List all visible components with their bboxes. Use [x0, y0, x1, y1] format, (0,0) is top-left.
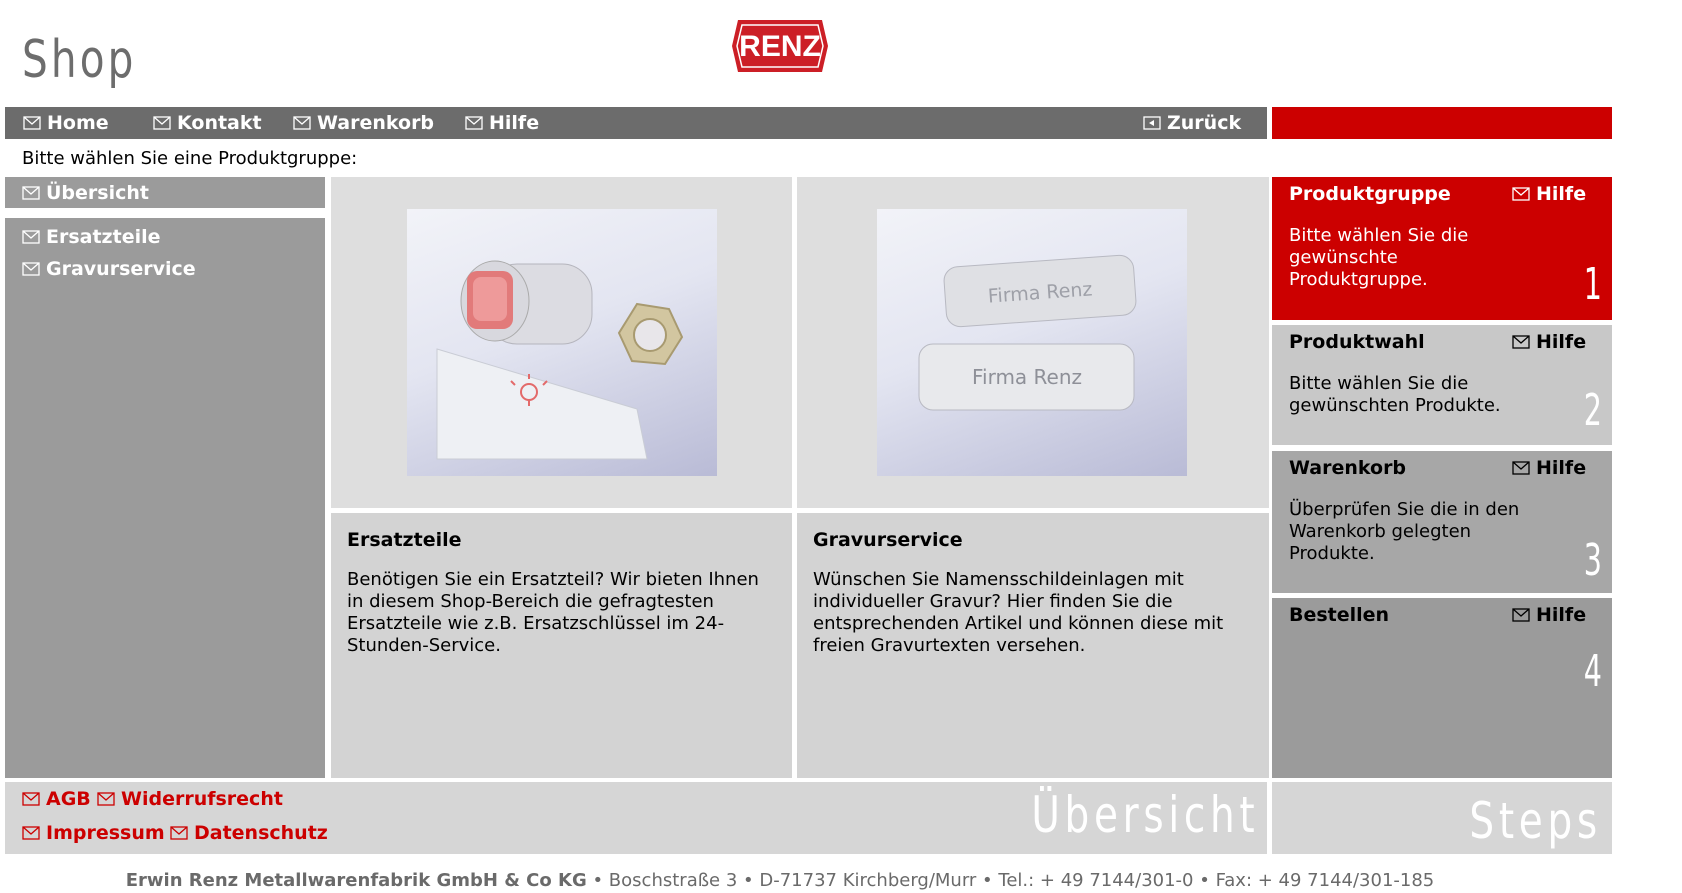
- envelope-icon: [97, 792, 115, 806]
- step-help-label: Hilfe: [1536, 457, 1587, 479]
- step-title: Produktgruppe: [1289, 183, 1451, 205]
- envelope-icon: [22, 826, 40, 840]
- selection-prompt: Bitte wählen Sie eine Produktgruppe:: [22, 148, 358, 169]
- gravurservice-image[interactable]: Firma Renz Firma Renz: [877, 209, 1187, 476]
- ersatzteile-image[interactable]: [407, 209, 717, 476]
- envelope-icon: [23, 116, 41, 130]
- product-title: Ersatzteile: [347, 529, 462, 551]
- step-help-link[interactable]: Hilfe: [1512, 457, 1586, 479]
- product-card-gravurservice-image-area[interactable]: Firma Renz Firma Renz: [797, 177, 1269, 508]
- sidebar-item-ersatzteile[interactable]: Ersatzteile: [22, 226, 161, 248]
- footer-link-label: Datenschutz: [194, 822, 328, 844]
- step-bestellen: Bestellen Hilfe 4: [1272, 598, 1612, 778]
- envelope-icon: [293, 116, 311, 130]
- product-description: Wünschen Sie Namensschildeinlagen mit in…: [813, 569, 1224, 656]
- envelope-icon: [22, 230, 40, 244]
- step-help-label: Hilfe: [1536, 604, 1587, 626]
- nav-hilfe[interactable]: Hilfe: [465, 107, 539, 139]
- nav-accent-bar: [1272, 107, 1612, 139]
- envelope-icon: [170, 826, 188, 840]
- step-help-label: Hilfe: [1536, 331, 1587, 353]
- nav-kontakt-label: Kontakt: [177, 112, 262, 134]
- section-watermark: Übersicht: [1030, 786, 1259, 844]
- envelope-icon: [22, 792, 40, 806]
- step-number: 1: [1583, 259, 1602, 310]
- envelope-icon: [465, 116, 483, 130]
- company-address: Erwin Renz Metallwarenfabrik GmbH & Co K…: [0, 870, 1560, 891]
- footer-link-impressum[interactable]: Impressum: [22, 822, 165, 844]
- footer-link-agb[interactable]: AGB: [22, 788, 91, 810]
- envelope-icon: [1512, 187, 1530, 201]
- step-produktgruppe: Produktgruppe Hilfe Bitte wählen Sie die…: [1272, 177, 1612, 320]
- nav-home-label: Home: [47, 112, 109, 134]
- step-warenkorb: Warenkorb Hilfe Überprüfen Sie die in de…: [1272, 451, 1612, 593]
- envelope-icon: [1512, 335, 1530, 349]
- sidebar-uebersicht[interactable]: Übersicht: [5, 177, 325, 208]
- sidebar-item-label: Gravurservice: [46, 258, 196, 280]
- envelope-icon: [22, 262, 40, 276]
- step-number: 4: [1583, 646, 1602, 697]
- nav-warenkorb[interactable]: Warenkorb: [293, 107, 434, 139]
- sidebar-uebersicht-label: Übersicht: [46, 181, 149, 204]
- product-card-ersatzteile-image-area[interactable]: [331, 177, 792, 508]
- nav-zurueck-label: Zurück: [1167, 112, 1242, 134]
- step-description: Überprüfen Sie die in den Warenkorb gele…: [1289, 499, 1520, 564]
- back-icon: [1143, 116, 1161, 130]
- envelope-icon: [1512, 608, 1530, 622]
- sidebar-item-label: Ersatzteile: [46, 226, 161, 248]
- footer-links-bar: AGB Widerrufsrecht Impressum Datenschutz…: [5, 782, 1267, 854]
- envelope-icon: [1512, 461, 1530, 475]
- nav-kontakt[interactable]: Kontakt: [153, 107, 262, 139]
- footer-link-label: Widerrufsrecht: [121, 788, 283, 810]
- nav-zurueck[interactable]: Zurück: [1143, 107, 1241, 139]
- steps-footer: Steps: [1272, 782, 1612, 854]
- step-help-link[interactable]: Hilfe: [1512, 331, 1586, 353]
- nav-home[interactable]: Home: [23, 107, 109, 139]
- plate-engraving-2: Firma Renz: [972, 365, 1082, 389]
- footer-link-widerrufsrecht[interactable]: Widerrufsrecht: [97, 788, 283, 810]
- step-title: Warenkorb: [1289, 457, 1407, 479]
- company-contact: • Boschstraße 3 • D-71737 Kirchberg/Murr…: [586, 870, 1435, 891]
- sidebar: Ersatzteile Gravurservice: [5, 218, 325, 778]
- footer-link-datenschutz[interactable]: Datenschutz: [170, 822, 328, 844]
- step-description: Bitte wählen Sie die gewünschte Produktg…: [1289, 225, 1469, 290]
- step-number: 2: [1583, 385, 1602, 436]
- sidebar-item-gravurservice[interactable]: Gravurservice: [22, 258, 196, 280]
- logo-text: RENZ: [739, 30, 821, 63]
- footer-link-label: AGB: [46, 788, 91, 810]
- shop-title: Shop: [22, 30, 137, 90]
- product-title: Gravurservice: [813, 529, 963, 551]
- step-produktwahl: Produktwahl Hilfe Bitte wählen Sie die g…: [1272, 325, 1612, 445]
- step-help-link[interactable]: Hilfe: [1512, 183, 1586, 205]
- step-help-label: Hilfe: [1536, 183, 1587, 205]
- renz-logo[interactable]: RENZ: [730, 14, 830, 78]
- product-card-gravurservice[interactable]: Gravurservice Wünschen Sie Namensschilde…: [797, 513, 1269, 778]
- step-title: Produktwahl: [1289, 331, 1425, 353]
- step-number: 3: [1583, 535, 1602, 586]
- step-help-link[interactable]: Hilfe: [1512, 604, 1586, 626]
- nav-hilfe-label: Hilfe: [489, 112, 540, 134]
- envelope-icon: [153, 116, 171, 130]
- product-description: Benötigen Sie ein Ersatzteil? Wir bieten…: [347, 569, 759, 656]
- nav-warenkorb-label: Warenkorb: [317, 112, 435, 134]
- main-nav: Home Kontakt Warenkorb Hilfe Zurück: [5, 107, 1267, 139]
- company-name: Erwin Renz Metallwarenfabrik GmbH & Co K…: [125, 870, 587, 891]
- envelope-icon: [22, 185, 40, 200]
- step-title: Bestellen: [1289, 604, 1390, 626]
- product-card-ersatzteile[interactable]: Ersatzteile Benötigen Sie ein Ersatzteil…: [331, 513, 792, 778]
- step-description: Bitte wählen Sie die gewünschten Produkt…: [1289, 373, 1501, 416]
- footer-link-label: Impressum: [46, 822, 165, 844]
- steps-watermark: Steps: [1469, 792, 1602, 850]
